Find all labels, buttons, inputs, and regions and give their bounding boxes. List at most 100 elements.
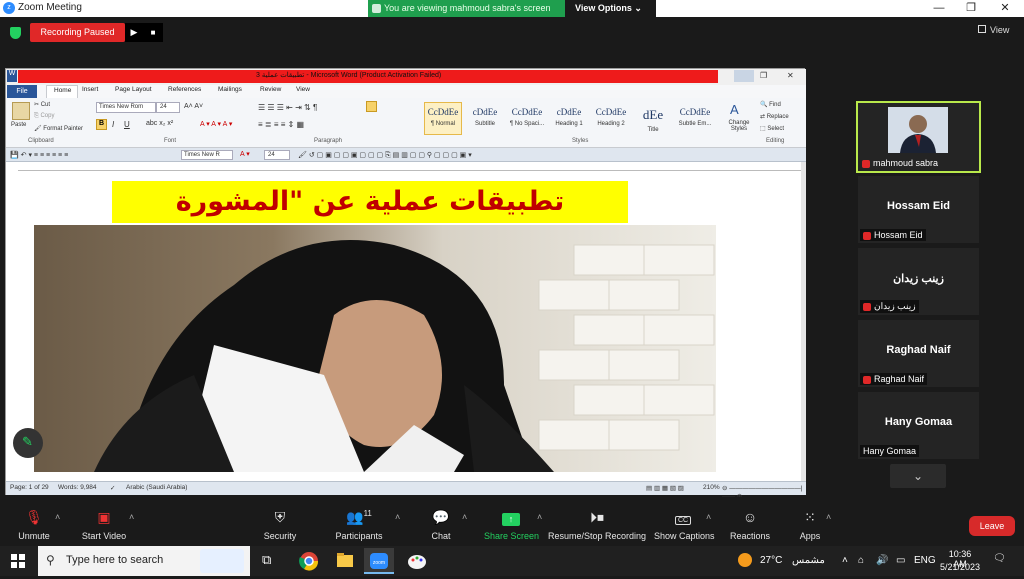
font-size-select[interactable]: 24 — [156, 102, 180, 113]
qat-font-color-icon[interactable]: A ▾ — [240, 150, 250, 158]
show-captions-button[interactable]: CC Show Captions — [654, 509, 715, 541]
vertical-scrollbar[interactable] — [801, 162, 806, 481]
status-page[interactable]: Page: 1 of 29 — [10, 484, 49, 491]
underline-button[interactable]: U — [124, 120, 130, 129]
stop-recording-icon[interactable]: ■ — [143, 23, 163, 42]
style-option[interactable]: CcDdEe Heading 2 — [592, 102, 630, 135]
participant-tile[interactable]: Raghad Naif Raghad Naif — [858, 320, 979, 387]
italic-button[interactable]: I — [112, 120, 114, 129]
format-painter-button[interactable]: 🖌 Format Painter — [34, 125, 83, 132]
align-buttons-icon[interactable]: ≡ ≣ ≡ ≡ ⇕ ▦ — [258, 120, 304, 129]
resume-recording-icon[interactable]: ▶ — [125, 23, 143, 42]
start-video-button[interactable]: ▣ Start Video — [80, 509, 128, 541]
tray-chevron-icon[interactable]: ˄ — [842, 555, 848, 566]
find-button[interactable]: 🔍 Find — [760, 101, 781, 108]
chat-button[interactable]: 💬 Chat — [426, 509, 456, 541]
word-minimize-icon[interactable] — [734, 70, 754, 82]
participant-tile[interactable]: زينب زيدان زينب زيدان — [858, 248, 979, 315]
replace-button[interactable]: ⇄ Replace — [760, 113, 789, 120]
status-language[interactable]: Arabic (Saudi Arabia) — [126, 484, 187, 491]
select-button[interactable]: ⬚ Select — [760, 125, 784, 132]
view-button[interactable]: View — [978, 25, 1009, 35]
tab-insert[interactable]: Insert — [82, 86, 98, 93]
style-option[interactable]: CcDdEe Subtle Em... — [676, 102, 714, 135]
tab-file[interactable]: File — [7, 85, 37, 98]
security-button[interactable]: ⛨ Security — [262, 509, 298, 541]
share-chevron-icon[interactable]: ˄ — [537, 512, 542, 522]
participant-tile-active[interactable]: mahmoud sabra — [856, 101, 981, 173]
paste-icon[interactable] — [12, 102, 30, 120]
participant-label: Raghad Naif — [860, 373, 928, 385]
status-words[interactable]: Words: 9,984 — [58, 484, 97, 491]
qat-size-select[interactable]: 24 — [264, 150, 290, 160]
zoom-app-icon[interactable]: zoom — [364, 548, 394, 574]
video-options-chevron-icon[interactable]: ˄ — [129, 512, 134, 522]
grow-font-icon[interactable]: A˄ A˅ — [184, 103, 203, 110]
volume-icon[interactable]: 🔊 — [876, 555, 888, 566]
word-restore-icon[interactable]: ❐ — [760, 71, 767, 80]
maximize-icon[interactable]: ❐ — [956, 0, 986, 17]
tab-page-layout[interactable]: Page Layout — [115, 86, 152, 93]
rtl-button[interactable] — [366, 101, 377, 112]
copy-button[interactable]: ⎘ Copy — [34, 113, 54, 120]
leave-button[interactable]: Leave — [969, 516, 1015, 536]
style-option[interactable]: CcDdEe ¶ No Spaci... — [508, 102, 546, 135]
close-icon[interactable]: ✕ — [990, 0, 1020, 17]
bold-button[interactable]: B — [96, 119, 107, 130]
input-language[interactable]: ENG — [914, 555, 936, 566]
tab-mailings[interactable]: Mailings — [218, 86, 242, 93]
taskbar-search-input[interactable]: ⚲ Type here to search — [38, 546, 250, 576]
unmute-button[interactable]: 🎙 Unmute — [14, 509, 54, 541]
network-icon[interactable]: ⌂ — [858, 555, 864, 566]
apps-button[interactable]: ⁙ Apps — [795, 509, 825, 541]
view-options-button[interactable]: View Options ⌄ — [565, 0, 656, 17]
participants-chevron-icon[interactable]: ˄ — [395, 512, 400, 522]
change-styles-label[interactable]: Change Styles — [724, 120, 754, 132]
font-name-select[interactable]: Times New Rom — [96, 102, 156, 113]
change-styles-icon[interactable]: A — [730, 102, 739, 117]
view-grid-icon — [978, 25, 986, 33]
weather-text[interactable]: مشمس — [792, 555, 825, 566]
tab-home[interactable]: Home — [46, 85, 78, 98]
windows-start-icon[interactable] — [11, 554, 25, 568]
resume-stop-recording-button[interactable]: ⏵⏹ Resume/Stop Recording — [548, 509, 646, 541]
style-option[interactable]: cDdEe Heading 1 — [550, 102, 588, 135]
tab-references[interactable]: References — [168, 86, 201, 93]
reactions-button[interactable]: ☺ Reactions — [729, 509, 771, 541]
qat-icons[interactable]: 💾 ↶ ▾ ≡ ≡ ≡ ≡ ≡ ≡ — [10, 151, 68, 159]
style-option[interactable]: dEe Title — [634, 102, 672, 135]
proofing-icon[interactable]: ✓ — [110, 484, 115, 492]
document-heading: تطبيقات عملية عن "المشورة القانونية" — [112, 181, 628, 259]
participants-button[interactable]: 👥11 Participants — [334, 509, 384, 541]
style-option[interactable]: CcDdEe ¶ Normal — [424, 102, 462, 135]
view-mode-icons[interactable]: ▤ ▥ ▦ ▧ ▨ — [646, 484, 684, 492]
word-close-icon[interactable]: ✕ — [787, 71, 794, 80]
paint-icon[interactable] — [402, 548, 432, 574]
qat-font-select[interactable]: Times New R — [181, 150, 233, 160]
file-explorer-icon[interactable] — [330, 548, 360, 574]
apps-chevron-icon[interactable]: ˄ — [826, 512, 831, 522]
strikethrough-button[interactable]: abc x₂ x² — [146, 120, 173, 127]
battery-icon[interactable]: ▭ — [896, 555, 905, 566]
font-color-icon[interactable]: A ▾ A ▾ A ▾ — [200, 120, 232, 128]
notifications-icon[interactable]: 🗨 — [993, 553, 1006, 564]
tab-view[interactable]: View — [296, 86, 310, 93]
weather-temp[interactable]: 27°C — [760, 555, 782, 566]
chrome-icon[interactable] — [294, 548, 324, 574]
cut-button[interactable]: ✂ Cut — [34, 101, 50, 108]
minimize-icon[interactable]: — — [924, 0, 954, 17]
style-option[interactable]: cDdEe Subtitle — [466, 102, 504, 135]
tab-review[interactable]: Review — [260, 86, 281, 93]
clock-date[interactable]: 5/21/2023 — [939, 562, 981, 572]
participant-tile[interactable]: Hany Gomaa Hany Gomaa — [858, 392, 979, 459]
annotate-pen-icon[interactable]: ✎ — [13, 428, 43, 458]
share-screen-button[interactable]: ↑ Share Screen — [484, 509, 539, 541]
participant-tile[interactable]: Hossam Eid Hossam Eid — [858, 176, 979, 243]
task-view-icon[interactable]: ⧉ — [262, 552, 271, 568]
captions-chevron-icon[interactable]: ˄ — [706, 512, 711, 522]
qat-more-icons[interactable]: 🖌 ↺ ▢ ▣ ▢ ▢ ▣ ▢ ▢ ▢ ⎘ ▤ ▥ ▢ ▢ ⚲ ▢ ▢ ▢ ▣ … — [298, 151, 472, 160]
chat-chevron-icon[interactable]: ˄ — [462, 512, 467, 522]
audio-options-chevron-icon[interactable]: ˄ — [55, 512, 60, 522]
list-buttons-icon[interactable]: ☰ ☰ ☰ ⇤ ⇥ ⇅ ¶ — [258, 103, 317, 112]
scroll-down-chevron-icon[interactable]: ⌄ — [890, 464, 946, 488]
